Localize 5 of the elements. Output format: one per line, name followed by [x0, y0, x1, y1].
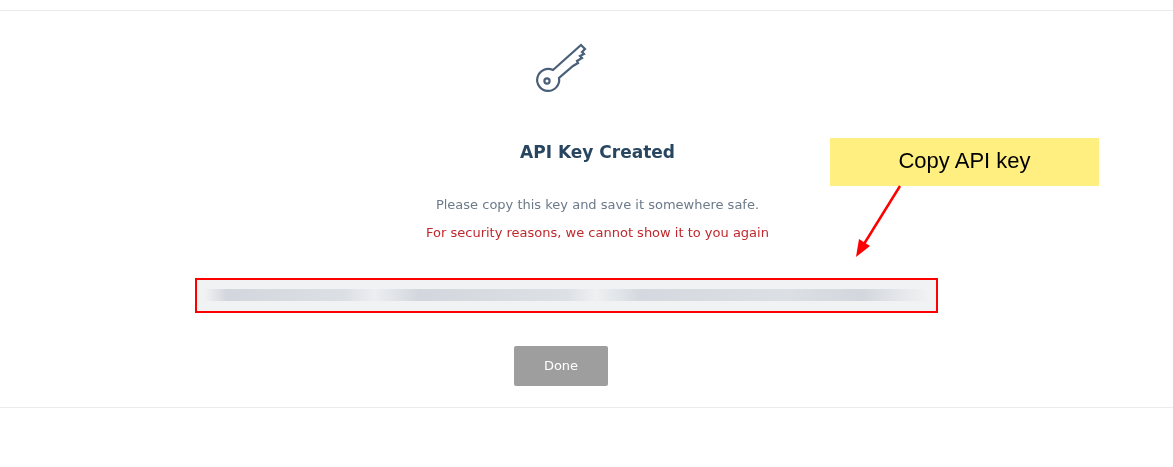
instruction-text: Please copy this key and save it somewhere safe.	[435, 195, 760, 214]
dialog-title: API Key Created	[520, 141, 675, 164]
warning-text: For security reasons, we cannot show it to you again	[426, 224, 769, 242]
api-key-field[interactable]	[195, 277, 938, 313]
annotation-callout: Copy API key	[830, 138, 1099, 186]
